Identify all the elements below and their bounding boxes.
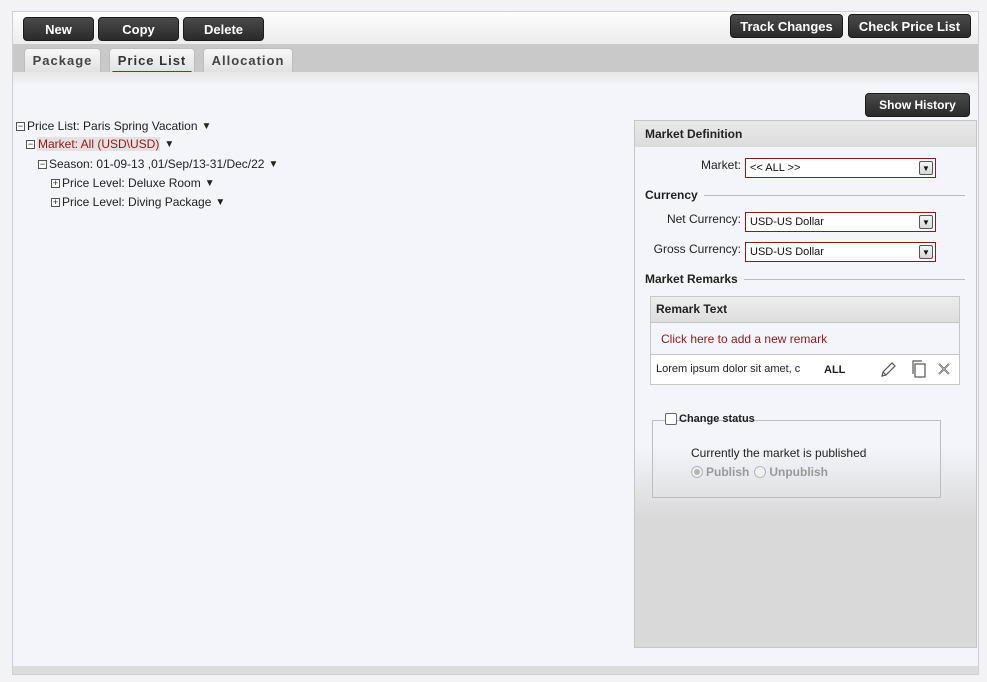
chevron-down-icon[interactable]: ▼ xyxy=(205,178,215,189)
remarks-table-header: Remark Text xyxy=(651,297,959,323)
chevron-down-icon[interactable]: ▼ xyxy=(268,159,278,170)
market-field-label: Market: xyxy=(700,158,741,172)
copy-icon[interactable] xyxy=(910,359,928,382)
tree-node-price-list: − Price List: Paris Spring Vacation ▼ xyxy=(16,119,211,133)
expand-icon[interactable]: + xyxy=(51,178,60,188)
currency-title: Currency xyxy=(645,188,698,202)
add-remark-link[interactable]: Click here to add a new remark xyxy=(651,323,959,355)
remark-text: Lorem ipsum dolor sit amet, c xyxy=(656,363,801,375)
remark-market: ALL xyxy=(824,364,846,376)
price-list-label[interactable]: Price List: Paris Spring Vacation xyxy=(27,119,198,133)
price-level-label[interactable]: Price Level: Deluxe Room xyxy=(62,176,201,190)
new-button[interactable]: New xyxy=(23,17,94,41)
table-row: Lorem ipsum dolor sit amet, c ALL xyxy=(651,355,959,384)
check-price-list-button[interactable]: Check Price List xyxy=(848,14,971,38)
chevron-down-icon[interactable]: ▼ xyxy=(202,121,212,132)
collapse-icon[interactable]: − xyxy=(26,139,35,149)
panel-title: Market Definition xyxy=(635,121,976,147)
tab-content-divider xyxy=(13,72,978,86)
market-label[interactable]: Market: All (USD\USD) xyxy=(37,137,161,151)
expand-icon[interactable]: + xyxy=(51,197,60,207)
chevron-down-icon: ▼ xyxy=(919,161,933,175)
tree-node-market: − Market: All (USD\USD) ▼ xyxy=(26,137,174,151)
price-level-label[interactable]: Price Level: Diving Package xyxy=(62,195,211,209)
season-label[interactable]: Season: 01-09-13 ,01/Sep/13-31/Dec/22 xyxy=(49,157,264,171)
gross-currency-value: USD-US Dollar xyxy=(750,246,824,258)
unpublish-label: Unpublish xyxy=(769,465,829,479)
app-frame: New Copy Delete Track Changes Check Pric… xyxy=(12,11,979,675)
section-divider xyxy=(743,278,965,280)
gross-currency-label: Gross Currency: xyxy=(653,242,741,256)
show-history-button[interactable]: Show History xyxy=(865,93,970,117)
copy-button[interactable]: Copy xyxy=(98,17,179,41)
net-currency-select[interactable]: USD-US Dollar ▼ xyxy=(745,212,936,232)
change-status-legend: Change status xyxy=(665,413,755,425)
change-status-label: Change status xyxy=(679,413,755,425)
pencil-icon[interactable] xyxy=(878,360,898,383)
tab-allocation[interactable]: Allocation xyxy=(203,48,293,72)
delete-button[interactable]: Delete xyxy=(183,17,264,41)
market-remarks-section-title: Market Remarks xyxy=(645,272,965,286)
tree-node-price-level: + Price Level: Deluxe Room ▼ xyxy=(51,176,215,190)
chevron-down-icon[interactable]: ▼ xyxy=(164,139,174,150)
change-status-group: Change status Currently the market is pu… xyxy=(652,413,941,498)
bottom-bar xyxy=(13,666,978,674)
remarks-table: Remark Text Click here to add a new rema… xyxy=(650,296,960,385)
net-currency-label: Net Currency: xyxy=(666,212,741,226)
publish-label: Publish xyxy=(706,465,750,479)
market-select[interactable]: << ALL >> ▼ xyxy=(745,158,936,178)
section-divider xyxy=(703,194,965,196)
tab-price-list[interactable]: Price List xyxy=(109,48,195,74)
status-text: Currently the market is published xyxy=(691,446,867,460)
collapse-icon[interactable]: − xyxy=(38,159,47,169)
market-remarks-title: Market Remarks xyxy=(645,272,738,286)
market-definition-panel: Market Definition Market: << ALL >> ▼ Cu… xyxy=(634,120,977,648)
publish-radio[interactable] xyxy=(691,466,703,478)
tab-package[interactable]: Package xyxy=(24,48,101,72)
tab-price-list-label: Price List xyxy=(117,53,187,68)
tab-bar: Package Price List Allocation xyxy=(13,44,978,74)
gross-currency-select[interactable]: USD-US Dollar ▼ xyxy=(745,242,936,262)
close-icon[interactable] xyxy=(936,361,952,380)
top-toolbar: New Copy Delete Track Changes Check Pric… xyxy=(13,12,978,44)
chevron-down-icon: ▼ xyxy=(919,245,933,259)
unpublish-radio[interactable] xyxy=(754,466,767,478)
status-radio-group: Publish Unpublish xyxy=(691,465,828,479)
market-select-value: << ALL >> xyxy=(750,162,801,174)
net-currency-value: USD-US Dollar xyxy=(750,216,824,228)
chevron-down-icon[interactable]: ▼ xyxy=(215,197,225,208)
currency-section-title: Currency xyxy=(645,188,965,202)
track-changes-button[interactable]: Track Changes xyxy=(730,14,843,38)
tree-node-season: − Season: 01-09-13 ,01/Sep/13-31/Dec/22 … xyxy=(38,157,278,171)
chevron-down-icon: ▼ xyxy=(919,215,933,229)
tree-node-price-level: + Price Level: Diving Package ▼ xyxy=(51,195,225,209)
change-status-checkbox[interactable] xyxy=(665,413,677,425)
collapse-icon[interactable]: − xyxy=(16,121,25,131)
